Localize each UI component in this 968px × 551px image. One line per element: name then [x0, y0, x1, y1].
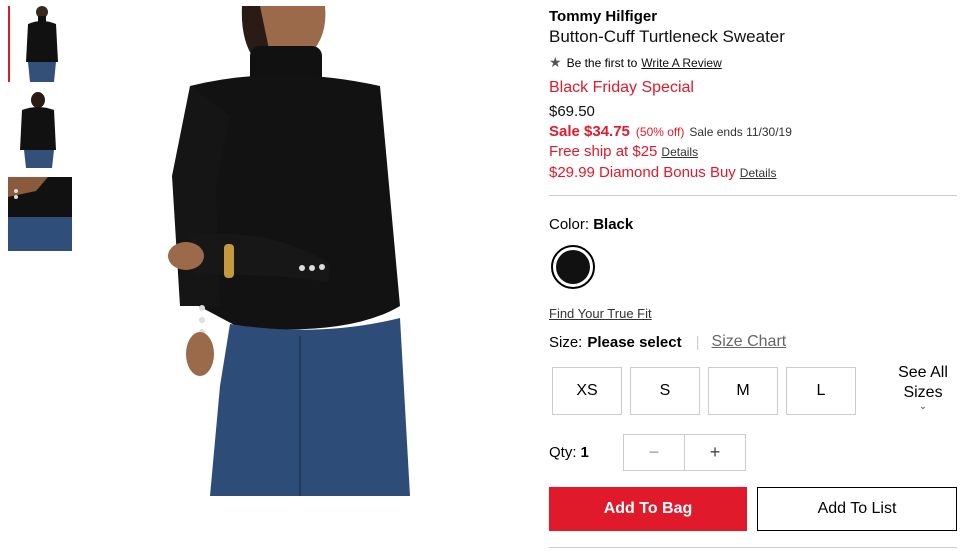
product-name: Button-Cuff Turtleneck Sweater — [549, 27, 785, 46]
review-prefix: Be the first to — [566, 55, 638, 70]
bonus-buy-line: $29.99 Diamond Bonus Buy Details — [549, 164, 776, 181]
size-label: Size: — [549, 333, 583, 351]
size-chart-link[interactable]: Size Chart — [712, 333, 787, 351]
color-swatch-black[interactable] — [551, 245, 595, 289]
add-to-list-button[interactable]: Add To List — [757, 487, 957, 531]
bonus-details-link[interactable]: Details — [740, 166, 777, 180]
color-label-text: Color: — [549, 216, 590, 233]
color-value: Black — [593, 216, 634, 233]
main-product-image — [150, 6, 500, 496]
size-option-s[interactable]: S — [630, 367, 700, 415]
qty-label-text: Qty: — [549, 444, 577, 461]
thumbnail-front-image — [8, 6, 72, 82]
review-line: ★ Be the first to Write A Review — [549, 54, 722, 71]
color-label: Color: Black — [549, 216, 633, 233]
original-price: $69.50 — [549, 103, 595, 120]
free-ship-text: Free ship at $25 — [549, 143, 658, 160]
thumbnail-cuff[interactable] — [8, 177, 72, 251]
bonus-buy-text: $29.99 Diamond Bonus Buy — [549, 164, 736, 181]
size-option-m[interactable]: M — [708, 367, 778, 415]
thumbnail-back[interactable] — [8, 92, 72, 168]
increase-qty-button[interactable]: + — [685, 435, 745, 470]
see-all-sizes-label: See All Sizes — [898, 364, 948, 401]
divider-bottom — [549, 547, 957, 548]
divider — [549, 195, 957, 196]
add-to-bag-button[interactable]: Add To Bag — [549, 487, 747, 531]
swatch-fill — [556, 250, 590, 284]
decrease-qty-button[interactable]: − — [624, 435, 685, 470]
chevron-down-icon: ⌄ — [918, 401, 928, 412]
discount-percent: (50% off) — [635, 125, 685, 139]
model-wearing-sweater-illustration — [150, 6, 500, 496]
brand-name[interactable]: Tommy Hilfiger — [549, 8, 657, 25]
true-fit-link[interactable]: Find Your True Fit — [549, 306, 652, 321]
sale-price-line: Sale $34.75 (50% off) Sale ends 11/30/19 — [549, 123, 792, 140]
see-all-sizes-button[interactable]: See All Sizes ⌄ — [889, 363, 957, 412]
thumbnail-front[interactable] — [8, 6, 72, 82]
qty-label: Qty: 1 — [549, 444, 589, 461]
free-ship-line: Free ship at $25 Details — [549, 143, 698, 160]
star-icon: ★ — [549, 54, 562, 70]
size-option-xs[interactable]: XS — [552, 367, 622, 415]
size-value: Please select — [587, 333, 682, 351]
size-line: Size: Please select | Size Chart — [549, 333, 786, 351]
ship-details-link[interactable]: Details — [661, 145, 698, 159]
size-options: XS S M L — [552, 367, 864, 415]
separator: | — [695, 333, 700, 351]
promo-badge: Black Friday Special — [549, 79, 694, 96]
sale-end-date: Sale ends 11/30/19 — [689, 125, 792, 139]
sale-price: Sale $34.75 — [549, 123, 630, 140]
qty-value: 1 — [580, 444, 589, 461]
write-review-link[interactable]: Write A Review — [641, 56, 721, 70]
size-option-l[interactable]: L — [786, 367, 856, 415]
thumbnail-back-image — [8, 92, 72, 168]
thumbnail-cuff-image — [8, 177, 72, 251]
quantity-stepper: − + — [623, 434, 746, 471]
